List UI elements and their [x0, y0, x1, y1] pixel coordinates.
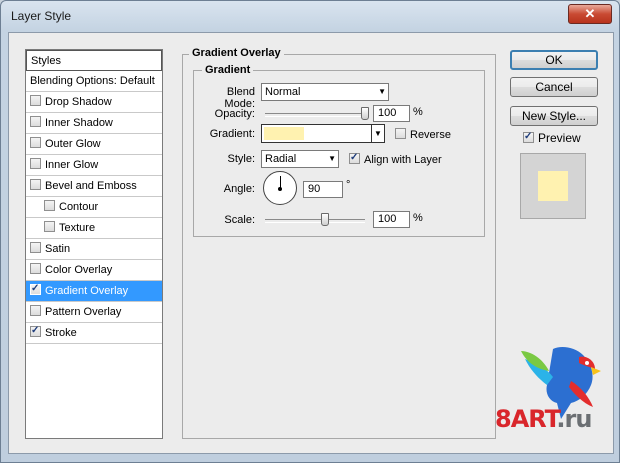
style-item-bevel-and-emboss[interactable]: Bevel and Emboss	[26, 176, 162, 197]
reverse-label: Reverse	[410, 129, 451, 141]
align-with-layer-checkbox[interactable]	[349, 153, 360, 164]
style-item-label: Texture	[59, 222, 96, 234]
blend-mode-select[interactable]: Normal ▼	[261, 83, 389, 101]
degree-symbol: °	[346, 179, 351, 191]
close-button[interactable]: ✕	[568, 4, 612, 24]
style-item-checkbox[interactable]	[30, 263, 41, 274]
preview-label: Preview	[538, 131, 581, 145]
align-with-layer-label: Align with Layer	[364, 154, 442, 166]
angle-input[interactable]: 90	[303, 181, 343, 198]
gradient-picker[interactable]: ▼	[261, 124, 385, 143]
angle-dial-center	[278, 187, 282, 191]
style-item-inner-glow[interactable]: Inner Glow	[26, 155, 162, 176]
style-item-checkbox[interactable]	[44, 200, 55, 211]
reverse-option[interactable]: Reverse	[395, 128, 451, 141]
preview-swatch	[538, 171, 568, 201]
style-item-checkbox[interactable]	[30, 242, 41, 253]
style-item-label: Stroke	[45, 327, 77, 339]
style-item-checkbox[interactable]	[30, 116, 41, 127]
scale-percent: %	[413, 212, 423, 224]
style-item-stroke[interactable]: Stroke	[26, 323, 162, 344]
style-item-checkbox[interactable]	[30, 284, 41, 295]
styles-list: Styles Blending Options: Default Drop Sh…	[25, 49, 163, 439]
opacity-slider-track[interactable]	[265, 113, 365, 117]
style-item-label: Inner Glow	[45, 159, 99, 171]
new-style-button[interactable]: New Style...	[510, 106, 598, 126]
blend-mode-value: Normal	[265, 86, 301, 98]
style-item-label: Gradient Overlay	[45, 285, 129, 297]
gradient-swatch[interactable]	[264, 127, 304, 140]
preview-checkbox[interactable]	[523, 132, 534, 143]
align-option[interactable]: Align with Layer	[349, 153, 442, 166]
style-item-label: Color Overlay	[45, 264, 113, 276]
panel-title: Gradient Overlay	[189, 47, 284, 59]
scale-label: Scale:	[224, 214, 255, 226]
style-item-satin[interactable]: Satin	[26, 239, 162, 260]
style-item-label: Satin	[45, 243, 71, 255]
style-item-label: Bevel and Emboss	[45, 180, 137, 192]
preview-option[interactable]: Preview	[523, 131, 581, 145]
style-item-contour[interactable]: Contour	[26, 197, 162, 218]
angle-label: Angle:	[223, 183, 255, 195]
chevron-down-icon[interactable]: ▼	[371, 125, 384, 142]
cancel-button[interactable]: Cancel	[510, 77, 598, 97]
style-item-checkbox[interactable]	[30, 95, 41, 106]
title-bar[interactable]: Layer Style ✕	[1, 1, 619, 33]
style-item-pattern-overlay[interactable]: Pattern Overlay	[26, 302, 162, 323]
style-item-checkbox[interactable]	[30, 179, 41, 190]
style-item-checkbox[interactable]	[44, 221, 55, 232]
style-select[interactable]: Radial ▼	[261, 150, 339, 168]
style-item-checkbox[interactable]	[30, 326, 41, 337]
scale-slider-track[interactable]	[265, 219, 365, 223]
blending-options-item[interactable]: Blending Options: Default	[26, 71, 162, 92]
style-item-inner-shadow[interactable]: Inner Shadow	[26, 113, 162, 134]
chevron-down-icon: ▼	[328, 154, 336, 163]
angle-dial[interactable]	[263, 171, 297, 205]
style-item-label: Pattern Overlay	[45, 306, 122, 318]
watermark-text: 8ART.ru	[495, 405, 592, 433]
ok-button[interactable]: OK	[510, 50, 598, 70]
style-item-label: Inner Shadow	[45, 117, 113, 129]
style-item-checkbox[interactable]	[30, 137, 41, 148]
scale-slider-thumb[interactable]	[321, 213, 329, 226]
opacity-slider-thumb[interactable]	[361, 107, 369, 120]
styles-header[interactable]: Styles	[26, 50, 162, 71]
opacity-input[interactable]: 100	[373, 105, 410, 122]
window-title: Layer Style	[11, 9, 72, 23]
chevron-down-icon: ▼	[378, 87, 386, 96]
layer-style-window: Layer Style ✕ Styles Blending Options: D…	[0, 0, 620, 463]
preview-thumbnail	[520, 153, 586, 219]
style-item-drop-shadow[interactable]: Drop Shadow	[26, 92, 162, 113]
opacity-percent: %	[413, 106, 423, 118]
reverse-checkbox[interactable]	[395, 128, 406, 139]
scale-input[interactable]: 100	[373, 211, 410, 228]
style-item-texture[interactable]: Texture	[26, 218, 162, 239]
style-item-checkbox[interactable]	[30, 305, 41, 316]
style-item-label: Outer Glow	[45, 138, 101, 150]
close-icon: ✕	[584, 6, 596, 21]
gradient-label: Gradient:	[209, 128, 255, 140]
blend-mode-label: Blend Mode:	[224, 86, 255, 110]
style-value: Radial	[265, 153, 297, 165]
opacity-label: Opacity:	[214, 108, 255, 120]
section-title: Gradient	[202, 64, 254, 76]
style-item-label: Contour	[59, 201, 99, 213]
style-item-gradient-overlay[interactable]: Gradient Overlay	[26, 281, 162, 302]
style-item-outer-glow[interactable]: Outer Glow	[26, 134, 162, 155]
style-item-color-overlay[interactable]: Color Overlay	[26, 260, 162, 281]
style-item-checkbox[interactable]	[30, 158, 41, 169]
style-label: Style:	[227, 153, 255, 165]
style-item-label: Drop Shadow	[45, 96, 112, 108]
